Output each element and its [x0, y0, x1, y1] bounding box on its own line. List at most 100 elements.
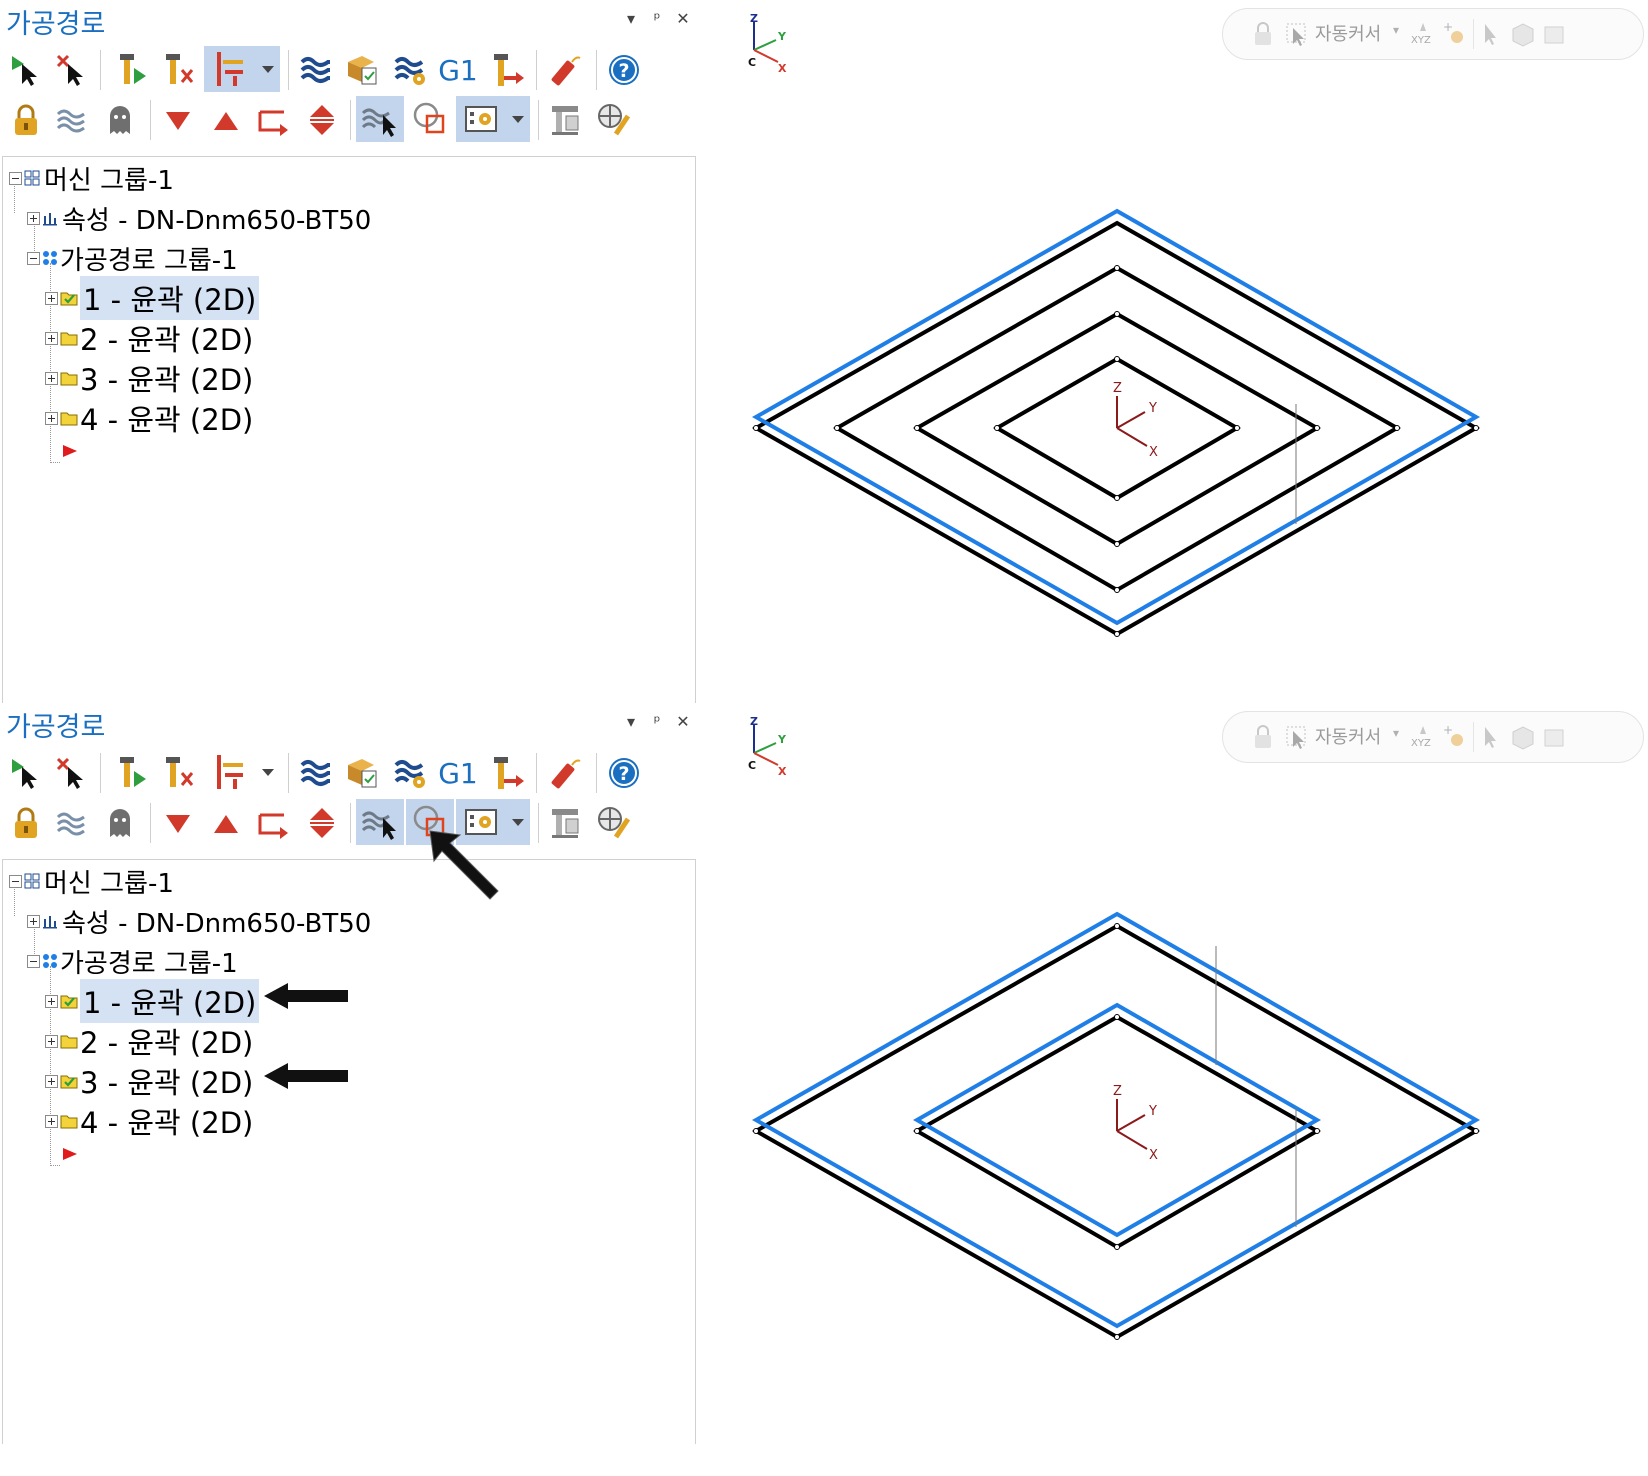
chevron-down-icon[interactable] — [262, 66, 274, 73]
move-down-button[interactable] — [156, 98, 200, 142]
toolpath-editor-button[interactable] — [544, 801, 588, 845]
stock-model-button[interactable] — [592, 801, 636, 845]
simulator-options-button[interactable] — [388, 751, 432, 795]
high-feed-button[interactable] — [484, 48, 528, 92]
display-selected-geometry-button[interactable] — [406, 96, 454, 142]
dropdown-icon[interactable]: ▾ — [620, 709, 642, 735]
expand-icon[interactable] — [27, 914, 40, 928]
insert-arrow-marker-icon[interactable] — [61, 1146, 79, 1162]
toolbar-separator — [536, 753, 537, 793]
verify-button[interactable] — [340, 48, 384, 92]
svg-text:X: X — [1149, 445, 1158, 460]
close-icon[interactable]: ✕ — [672, 709, 694, 735]
stock-model-button[interactable] — [592, 98, 636, 142]
high-feed-button[interactable] — [484, 751, 528, 795]
collapse-icon[interactable] — [27, 251, 40, 265]
regenerate-selected-button[interactable] — [108, 751, 152, 795]
waves-icon — [300, 57, 330, 83]
chevron-down-icon[interactable] — [512, 819, 524, 826]
display-selected-only-button[interactable] — [356, 799, 404, 845]
verify-button[interactable] — [340, 751, 384, 795]
graphics-viewport-top[interactable]: Z Y X C 자동커서 ▾ XYZ + Z Y X — [700, 0, 1648, 740]
svg-text:Y: Y — [1148, 1104, 1157, 1119]
tree-node-operation[interactable]: 2 - 윤곽 (2D) — [45, 1022, 253, 1060]
chevron-down-icon[interactable] — [262, 769, 274, 776]
delete-operations-button[interactable] — [544, 751, 588, 795]
dropdown-icon[interactable]: ▾ — [620, 6, 642, 32]
tree-node-toolpath-group[interactable]: 가공경로 그룹-1 — [27, 942, 238, 980]
move-up-button[interactable] — [204, 801, 248, 845]
toggle-ghost-button[interactable] — [98, 801, 142, 845]
expand-icon[interactable] — [45, 411, 58, 425]
expand-icon[interactable] — [45, 291, 58, 305]
pin-icon[interactable]: ᵖ — [646, 709, 668, 735]
machine-group-icon — [24, 873, 40, 889]
deselect-all-operations-button[interactable] — [50, 751, 94, 795]
tree-node-operation[interactable]: 1 - 윤곽 (2D) — [45, 276, 260, 320]
folder-icon — [60, 332, 78, 346]
backplot-options-button[interactable] — [204, 46, 280, 92]
chevron-down-icon[interactable] — [512, 116, 524, 123]
move-down-button[interactable] — [156, 801, 200, 845]
insert-arrow-marker-icon[interactable] — [61, 443, 79, 459]
annotation-arrow-left — [264, 1063, 348, 1089]
select-all-operations-button[interactable] — [4, 48, 48, 92]
toolpath-editor-button[interactable] — [544, 98, 588, 142]
pin-icon[interactable]: ᵖ — [646, 6, 668, 32]
toolpath-drawing: Z Y X — [751, 911, 1481, 1340]
simulator-options-button[interactable] — [388, 48, 432, 92]
lock-button[interactable] — [4, 801, 48, 845]
help-button[interactable]: ? — [602, 48, 646, 92]
tree-node-properties[interactable]: 속성 - DN-Dnm650-BT50 — [27, 902, 371, 940]
view-options-button[interactable] — [456, 96, 530, 142]
expand-icon[interactable] — [27, 211, 40, 225]
tree-node-machine-group[interactable]: 머신 그룹-1 — [9, 862, 174, 900]
deselect-all-icon — [56, 757, 83, 789]
toggle-display-button[interactable] — [50, 98, 94, 142]
collapse-icon[interactable] — [9, 171, 22, 185]
move-up-button[interactable] — [204, 98, 248, 142]
regenerate-dirty-button[interactable] — [156, 751, 200, 795]
expand-icon[interactable] — [45, 1114, 58, 1128]
lock-button[interactable] — [4, 98, 48, 142]
post-selected-button[interactable]: G1 — [436, 48, 480, 92]
tree-node-operation[interactable]: 3 - 윤곽 (2D) — [45, 1062, 253, 1100]
select-all-operations-button[interactable] — [4, 751, 48, 795]
tree-node-operation[interactable]: 3 - 윤곽 (2D) — [45, 359, 253, 397]
expand-icon[interactable] — [45, 1074, 58, 1088]
collapse-icon[interactable] — [9, 874, 22, 888]
simulate-toolpath-button[interactable] — [294, 751, 338, 795]
collapse-icon[interactable] — [27, 954, 40, 968]
help-button[interactable]: ? — [602, 751, 646, 795]
tree-node-operation[interactable]: 4 - 윤곽 (2D) — [45, 399, 253, 437]
expand-icon[interactable] — [45, 371, 58, 385]
expand-icon[interactable] — [45, 331, 58, 345]
deselect-all-operations-button[interactable] — [50, 48, 94, 92]
tree-node-operation[interactable]: 4 - 윤곽 (2D) — [45, 1102, 253, 1140]
expand-icon[interactable] — [45, 994, 58, 1008]
regenerate-selected-button[interactable] — [108, 48, 152, 92]
delete-operations-button[interactable] — [544, 48, 588, 92]
regenerate-dirty-button[interactable] — [156, 48, 200, 92]
scroll-button[interactable] — [300, 98, 344, 142]
toggle-ghost-button[interactable] — [98, 98, 142, 142]
tree-node-properties[interactable]: 속성 - DN-Dnm650-BT50 — [27, 199, 371, 237]
post-selected-button[interactable]: G1 — [436, 751, 480, 795]
triangle-up-icon — [214, 112, 238, 130]
backplot-options-button[interactable] — [204, 749, 280, 795]
tree-node-operation[interactable]: 2 - 윤곽 (2D) — [45, 319, 253, 357]
expand-icon[interactable] — [45, 1034, 58, 1048]
scroll-button[interactable] — [300, 801, 344, 845]
tree-node-toolpath-group[interactable]: 가공경로 그룹-1 — [27, 239, 238, 277]
waves-cursor-icon — [361, 108, 396, 137]
close-icon[interactable]: ✕ — [672, 6, 694, 32]
display-selected-only-button[interactable] — [356, 96, 404, 142]
tree-node-machine-group[interactable]: 머신 그룹-1 — [9, 159, 174, 197]
simulate-toolpath-button[interactable] — [294, 48, 338, 92]
toggle-display-button[interactable] — [50, 801, 94, 845]
insert-arrow-button[interactable] — [252, 98, 296, 142]
tree-node-operation[interactable]: 1 - 윤곽 (2D) — [45, 979, 260, 1023]
insert-arrow-button[interactable] — [252, 801, 296, 845]
toolpath-waves-icon — [56, 109, 85, 133]
graphics-viewport-bottom[interactable]: Z Y X C 자동커서 ▾ XYZ + Z Y X — [700, 703, 1648, 1443]
